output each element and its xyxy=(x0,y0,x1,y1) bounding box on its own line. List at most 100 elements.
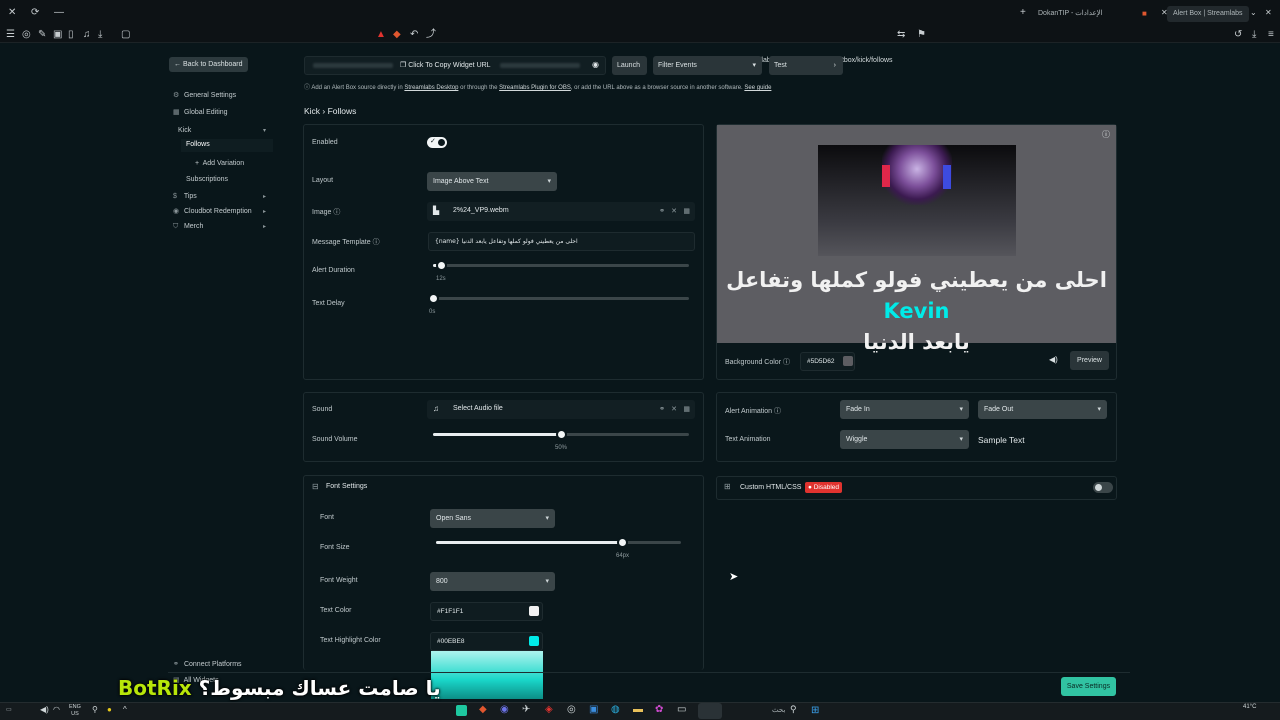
share-icon[interactable]: ⤴ xyxy=(426,28,436,42)
download-icon[interactable]: ⤓ xyxy=(98,28,102,42)
brave-taskbar-icon[interactable]: ◆ xyxy=(479,704,487,715)
font-select[interactable]: Open Sans xyxy=(430,509,555,528)
background-color-swatch[interactable] xyxy=(843,356,853,366)
copy-url-button[interactable]: ❐ Click To Copy Widget URL xyxy=(400,61,491,69)
mic-icon[interactable]: ⚲ xyxy=(92,705,98,714)
sidebar-item-kick[interactable]: Kick xyxy=(178,125,191,137)
sound-volume-slider[interactable] xyxy=(433,429,689,440)
new-tab-icon[interactable]: + xyxy=(1020,6,1026,20)
volume-icon[interactable]: ◀) xyxy=(1049,355,1058,364)
grid-icon[interactable]: ▦ xyxy=(683,401,690,418)
layout-select[interactable]: Image Above Text xyxy=(427,172,557,191)
close-icon[interactable]: ✕ xyxy=(671,203,677,220)
discord-icon[interactable]: ◉ xyxy=(500,704,509,715)
slider-handle[interactable] xyxy=(435,260,447,271)
alert-duration-slider[interactable] xyxy=(433,260,689,271)
music-icon[interactable]: ♫ xyxy=(83,28,91,42)
info-icon[interactable]: ⓘ xyxy=(1102,129,1110,140)
test-dropdown[interactable]: Test › xyxy=(769,56,843,75)
sidebar-item-global-editing[interactable]: ▦ Global Editing xyxy=(173,107,228,119)
task-view-icon[interactable]: ▭ xyxy=(677,704,686,715)
launch-button[interactable]: Launch xyxy=(612,56,647,75)
close-icon[interactable]: ✕ xyxy=(671,401,677,418)
download-arrow-icon[interactable]: ⤓ xyxy=(1252,28,1256,42)
add-variation-button[interactable]: + Add Variation xyxy=(195,158,244,170)
minimize-icon[interactable]: — xyxy=(54,6,64,20)
text-color-input[interactable]: #F1F1F1 xyxy=(430,602,543,621)
shield-icon[interactable]: ◎ xyxy=(22,28,31,42)
grid-icon[interactable]: ▦ xyxy=(683,203,690,220)
font-size-slider[interactable] xyxy=(436,537,681,548)
connect-platforms-link[interactable]: ⚭ Connect Platforms xyxy=(173,659,242,671)
undo-icon[interactable]: ↶ xyxy=(410,28,418,42)
eye-icon[interactable]: ◉ xyxy=(592,60,599,69)
taskbar-search[interactable]: بحث xyxy=(772,706,785,714)
alert-icon[interactable]: ▲ xyxy=(376,28,386,42)
edge-icon[interactable]: ◍ xyxy=(611,704,620,715)
font-weight-select[interactable]: 800 xyxy=(430,572,555,591)
sound-file-field[interactable]: ♫ Select Audio file ⚭ ✕ ▦ xyxy=(427,400,695,419)
more-menu-icon[interactable]: ≡ xyxy=(1268,28,1274,42)
sidebar-item-general-settings[interactable]: ⚙ General Settings xyxy=(173,90,236,102)
app-red-icon[interactable]: ◈ xyxy=(545,704,553,715)
enabled-toggle[interactable]: ✓ xyxy=(427,137,447,148)
brave-icon[interactable]: ◆ xyxy=(393,28,401,42)
sidebar-icon[interactable]: ▯ xyxy=(68,28,74,42)
back-to-dashboard-button[interactable]: ← Back to Dashboard xyxy=(169,57,248,72)
store-icon[interactable]: ▣ xyxy=(589,704,598,715)
chevron-up-icon[interactable]: ^ xyxy=(123,705,127,714)
reload-icon[interactable]: ⟳ xyxy=(31,6,39,20)
chevron-down-icon[interactable]: ⌄ xyxy=(1250,6,1257,20)
image-file-field[interactable]: ▙ 2%24_VP9.webm ⚭ ✕ ▦ xyxy=(427,202,695,221)
search-icon[interactable]: ⚲ xyxy=(790,704,797,715)
language-indicator[interactable]: ENG US xyxy=(69,704,81,718)
active-app-icon[interactable] xyxy=(698,703,722,719)
filter-events-dropdown[interactable]: Filter Events ▾ xyxy=(653,56,762,75)
collapse-icon[interactable]: ⊟ xyxy=(312,482,319,491)
animation-out-select[interactable]: Fade Out xyxy=(978,400,1107,419)
sidebar-item-tips[interactable]: $ Tips xyxy=(173,191,197,203)
widget-url-box[interactable]: ❐ Click To Copy Widget URL ◉ xyxy=(304,56,606,75)
tab-dokantip[interactable]: DokanTIP - الإعدادات xyxy=(1038,6,1103,22)
see-guide-link[interactable]: See guide xyxy=(744,85,771,91)
screenshot-icon[interactable]: ▢ xyxy=(121,28,130,42)
animation-in-select[interactable]: Fade In xyxy=(840,400,969,419)
bookmark-icon[interactable]: ⚑ xyxy=(917,28,926,42)
highlight-color-swatch[interactable] xyxy=(529,636,539,646)
close-window-icon[interactable]: ✕ xyxy=(1265,6,1272,20)
folder-icon[interactable]: ▬ xyxy=(633,704,643,715)
background-color-input[interactable]: #5D5D62 xyxy=(800,352,855,371)
highlight-color-input[interactable]: #00EBE8 xyxy=(430,632,543,651)
windows-start-icon[interactable]: ⊞ xyxy=(811,705,819,716)
streamlabs-desktop-link[interactable]: Streamlabs Desktop xyxy=(404,85,458,91)
link-icon[interactable]: ⚭ xyxy=(659,401,665,418)
obs-plugin-link[interactable]: Streamlabs Plugin for OBS xyxy=(499,85,571,91)
sidebar-item-follows[interactable]: Follows xyxy=(181,139,273,152)
custom-html-toggle[interactable] xyxy=(1093,482,1113,493)
translate-icon[interactable]: ⇆ xyxy=(897,28,905,42)
history-icon[interactable]: ↺ xyxy=(1234,28,1242,42)
menu-icon[interactable]: ☰ xyxy=(6,28,15,42)
obs-icon[interactable]: ◎ xyxy=(567,704,576,715)
bird-icon[interactable]: ✎ xyxy=(38,28,46,42)
sidebar-item-cloudbot[interactable]: ◉ Cloudbot Redemption xyxy=(173,206,252,218)
close-icon[interactable]: ✕ xyxy=(8,6,16,20)
slider-handle[interactable] xyxy=(556,429,567,440)
taskbar-app-icon[interactable] xyxy=(456,705,467,716)
text-delay-slider[interactable] xyxy=(428,293,689,304)
sidebar-item-merch[interactable]: ⛉ Merch xyxy=(173,221,203,233)
text-color-swatch[interactable] xyxy=(529,606,539,616)
color-picker-gradient[interactable] xyxy=(431,651,543,699)
slider-handle[interactable] xyxy=(428,293,439,304)
link-icon[interactable]: ⚭ xyxy=(659,203,665,220)
expand-icon[interactable]: ⊞ xyxy=(724,482,731,491)
wifi-icon[interactable]: ◠ xyxy=(53,705,60,714)
steam-icon[interactable]: ✈ xyxy=(522,704,530,715)
sidebar-item-subscriptions[interactable]: Subscriptions xyxy=(186,174,228,186)
message-template-input[interactable]: {name} احلى من يعطيني فولو كملها وتفاعل … xyxy=(428,232,695,251)
preview-button[interactable]: Preview xyxy=(1070,351,1109,370)
copilot-icon[interactable]: ✿ xyxy=(655,704,663,715)
extension-icon[interactable]: ■ xyxy=(1142,7,1147,21)
tab-alert-box[interactable]: Alert Box | Streamlabs xyxy=(1167,6,1249,22)
save-settings-button[interactable]: Save Settings xyxy=(1061,677,1116,696)
